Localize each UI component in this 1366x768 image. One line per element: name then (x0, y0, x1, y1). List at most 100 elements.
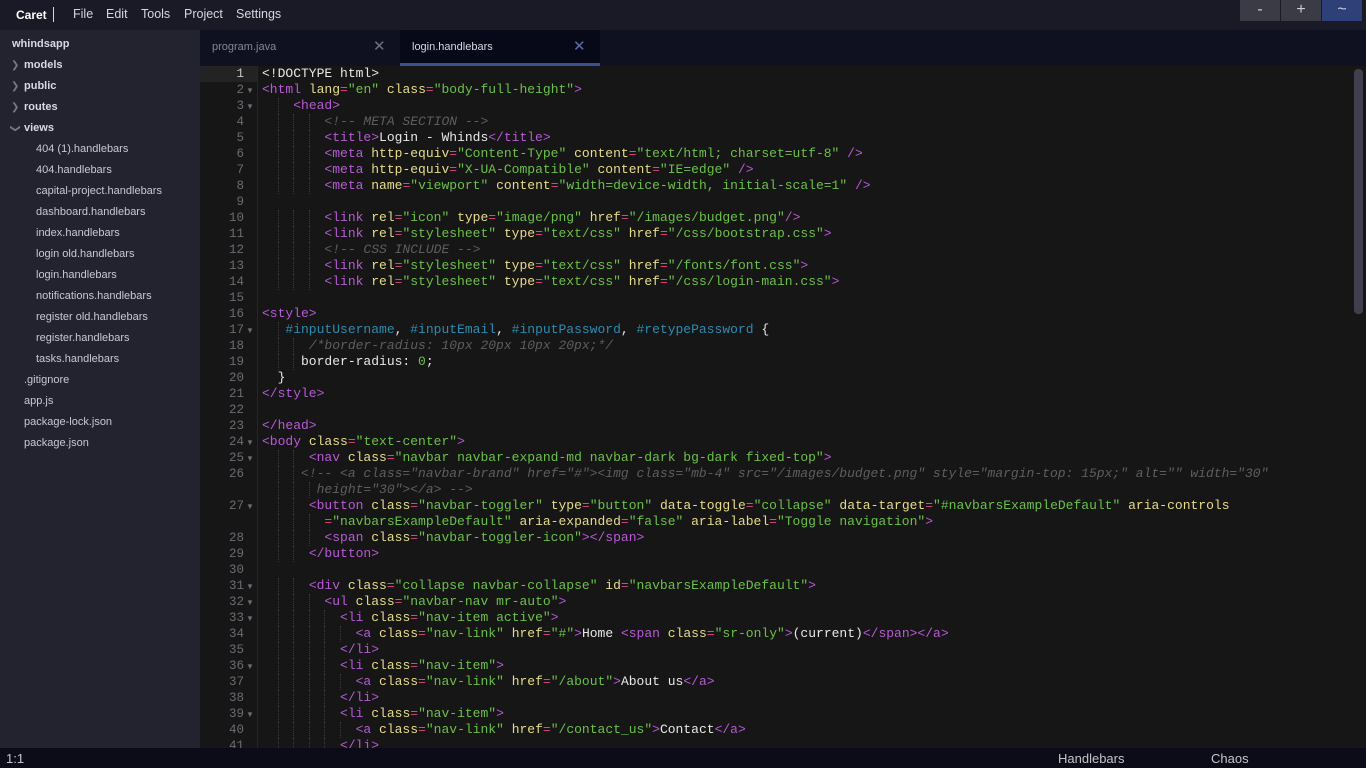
code-line: #inputUsername, #inputEmail, #inputPassw… (285, 322, 770, 337)
chevron-right-icon[interactable]: ❯ (11, 102, 19, 113)
code-line: <!-- META SECTION --> (324, 114, 489, 129)
code-line: /*border-radius: 10px 20px 10px 20px;*/ (308, 338, 614, 353)
line-number: 32 (228, 595, 244, 609)
code-line: <link rel="icon" type="image/png" href="… (324, 210, 801, 225)
chevron-right-icon[interactable]: ❯ (11, 81, 19, 92)
fold-arrow-icon[interactable]: ▼ (246, 614, 254, 623)
menu-project[interactable]: Project (184, 7, 223, 21)
file-item[interactable]: login.handlebars (36, 269, 117, 281)
vertical-scrollbar[interactable] (1354, 69, 1363, 314)
file-item[interactable]: .gitignore (24, 374, 69, 386)
line-number: 15 (228, 291, 244, 305)
code-line: height="30"></a> --> (316, 482, 473, 497)
line-number: 22 (228, 403, 244, 417)
file-item[interactable]: register old.handlebars (36, 311, 148, 323)
file-item[interactable]: index.handlebars (36, 227, 120, 239)
line-number: 12 (228, 243, 244, 257)
project-root[interactable]: whindsapp (12, 38, 69, 50)
line-number: 35 (228, 643, 244, 657)
fold-arrow-icon[interactable]: ▼ (246, 710, 254, 719)
theme-name[interactable]: Chaos (1211, 751, 1249, 766)
folder-routes[interactable]: routes (24, 101, 58, 113)
fold-arrow-icon[interactable]: ▼ (246, 582, 254, 591)
file-item[interactable]: 404.handlebars (36, 164, 112, 176)
line-number: 8 (236, 179, 244, 193)
line-number: 14 (228, 275, 244, 289)
file-item[interactable]: app.js (24, 395, 53, 407)
tab-login-handlebars[interactable]: login.handlebars ✕ (400, 30, 600, 66)
chevron-right-icon[interactable]: ❯ (11, 60, 19, 71)
code-line: <span class="navbar-toggler-icon"></span… (324, 530, 645, 545)
line-number: 37 (228, 675, 244, 689)
line-number: 38 (228, 691, 244, 705)
line-number: 7 (236, 163, 244, 177)
close-icon[interactable]: ✕ (573, 37, 586, 55)
fold-arrow-icon[interactable]: ▼ (246, 454, 254, 463)
tab-program-java[interactable]: program.java ✕ (200, 30, 399, 66)
line-number: 2 (236, 83, 244, 97)
code-line: <li class="nav-item"> (340, 706, 504, 721)
file-item[interactable]: notifications.handlebars (36, 290, 152, 302)
fold-arrow-icon[interactable]: ▼ (246, 86, 254, 95)
line-number: 9 (236, 195, 244, 209)
file-item[interactable]: tasks.handlebars (36, 353, 119, 365)
line-number: 16 (228, 307, 244, 321)
menu-edit[interactable]: Edit (106, 7, 128, 21)
line-number: 27 (228, 499, 244, 513)
title-bar: Caret File Edit Tools Project Settings -… (0, 0, 1366, 30)
line-number: 41 (228, 739, 244, 748)
folder-public[interactable]: public (24, 80, 56, 92)
code-line: <nav class="navbar navbar-expand-md navb… (308, 450, 832, 465)
menu-file[interactable]: File (73, 7, 93, 21)
code-line: <!DOCTYPE html> (262, 66, 380, 81)
code-line: ="navbarsExampleDefault" aria-expanded="… (324, 514, 933, 529)
folder-models[interactable]: models (24, 59, 63, 71)
file-item[interactable]: package.json (24, 437, 89, 449)
line-number: 36 (228, 659, 244, 673)
fold-arrow-icon[interactable]: ▼ (246, 502, 254, 511)
line-number: 39 (228, 707, 244, 721)
code-line: <meta http-equiv="Content-Type" content=… (324, 146, 863, 161)
file-item[interactable]: register.handlebars (36, 332, 130, 344)
file-item[interactable]: dashboard.handlebars (36, 206, 145, 218)
code-editor[interactable]: 1 2 ▼ 3 ▼ 4 5 6 7 8 9 10 11 12 13 14 15 16 17 ▼ 18 19 20 21 22 23… (200, 66, 1366, 748)
code-line: <link rel="stylesheet" type="text/css" h… (324, 226, 832, 241)
file-item[interactable]: login old.handlebars (36, 248, 134, 260)
fold-arrow-icon[interactable]: ▼ (246, 438, 254, 447)
fold-arrow-icon[interactable]: ▼ (246, 662, 254, 671)
language-mode[interactable]: Handlebars (1058, 751, 1125, 766)
code-line: </li> (340, 738, 380, 748)
tab-bar: program.java ✕ login.handlebars ✕ (200, 30, 1366, 66)
code-line: </li> (340, 642, 380, 657)
minimize-button[interactable]: - (1240, 0, 1280, 21)
status-bar: 1:1 Handlebars Chaos (0, 748, 1366, 768)
file-item[interactable]: capital-project.handlebars (36, 185, 162, 197)
code-line: border-radius: 0; (262, 354, 434, 369)
line-number: 34 (228, 627, 244, 641)
line-number: 4 (236, 115, 244, 129)
code-line: } (262, 370, 286, 385)
menu-settings[interactable]: Settings (236, 7, 281, 21)
file-item[interactable]: 404 (1).handlebars (36, 143, 128, 155)
menu-tools[interactable]: Tools (141, 7, 170, 21)
cursor-position: 1:1 (6, 751, 25, 766)
code-line: </head> (262, 418, 317, 433)
line-number: 10 (228, 211, 244, 225)
line-number: 21 (228, 387, 244, 401)
line-number: 28 (228, 531, 244, 545)
fold-arrow-icon[interactable]: ▼ (246, 598, 254, 607)
app-name: Caret (16, 8, 47, 22)
code-line: <li class="nav-item active"> (340, 610, 559, 625)
fold-arrow-icon[interactable]: ▼ (246, 102, 254, 111)
zoom-in-button[interactable]: + (1281, 0, 1321, 21)
file-item[interactable]: package-lock.json (24, 416, 112, 428)
folder-views[interactable]: views (24, 122, 54, 134)
fold-arrow-icon[interactable]: ▼ (246, 326, 254, 335)
tab-label: program.java (212, 41, 277, 53)
line-number: 40 (228, 723, 244, 737)
line-gutter: 1 2 ▼ 3 ▼ 4 5 6 7 8 9 10 11 12 13 14 15 16 17 ▼ 18 19 20 21 22 23… (200, 66, 258, 748)
close-icon[interactable]: ✕ (373, 37, 386, 55)
tab-label: login.handlebars (412, 41, 493, 53)
chevron-down-icon[interactable]: ❯ (10, 124, 21, 132)
tilde-button[interactable]: ~ (1322, 0, 1362, 21)
